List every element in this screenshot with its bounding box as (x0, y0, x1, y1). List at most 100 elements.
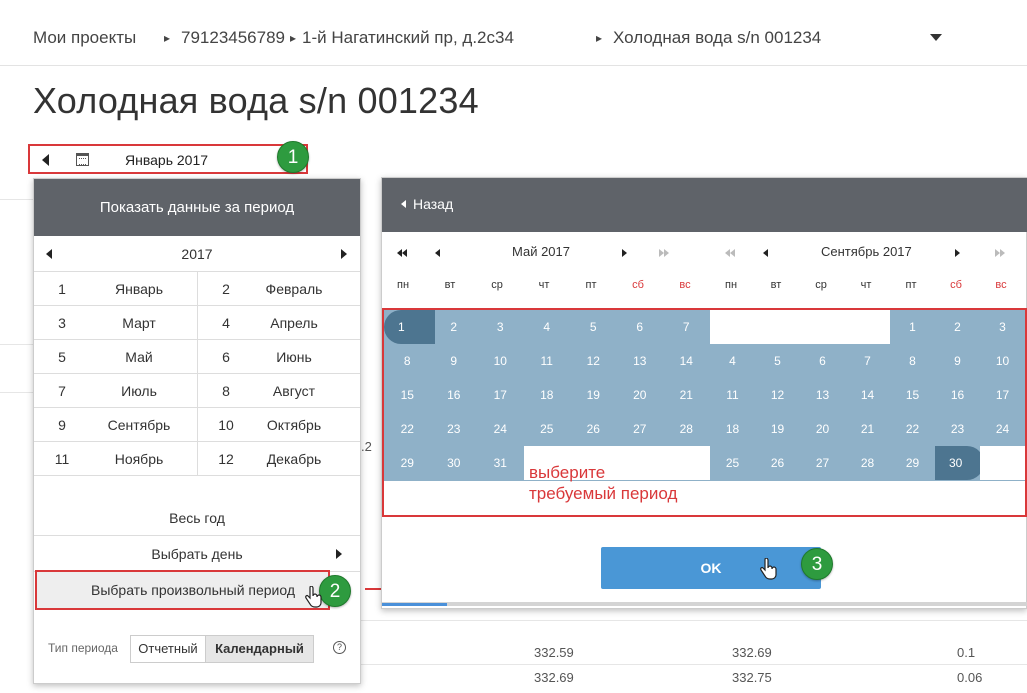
month-march[interactable]: Март (84, 315, 194, 331)
range-calendar: Назад Май 2017 Сентябрь 2017 пн вт ср чт… (381, 177, 1027, 609)
back-icon (401, 200, 406, 208)
breadcrumb-dropdown-icon[interactable] (930, 34, 942, 41)
breadcrumb-item-account[interactable]: 79123456789 (181, 28, 285, 48)
month-row: 11 Ноябрь 12 Декабрь (34, 442, 360, 476)
hand-cursor-icon (305, 586, 322, 608)
previous-month-icon[interactable] (763, 249, 768, 257)
weekday-header: пт (905, 279, 917, 291)
next-year-icon[interactable] (341, 249, 347, 259)
previous-period-icon[interactable] (42, 154, 49, 166)
submenu-arrow-icon (336, 549, 342, 559)
custom-period-option[interactable]: Выбрать произвольный период (35, 570, 330, 610)
period-selector[interactable]: Январь 2017 (28, 144, 308, 174)
weekday-header: вс (995, 279, 1007, 291)
weekday-header: сб (950, 279, 962, 291)
year-label: 2017 (181, 246, 213, 262)
back-button[interactable]: Назад (382, 178, 502, 232)
weekday-header: вт (770, 279, 782, 291)
weekday-header: пн (396, 279, 410, 291)
table-row: 332.59 332.69 0.1 (360, 641, 1027, 665)
table-divider (0, 392, 33, 393)
previous-month-icon[interactable] (435, 249, 440, 257)
column-divider (197, 408, 198, 442)
month-row: 7 Июль 8 Август (34, 374, 360, 408)
month-february[interactable]: Февраль (239, 281, 349, 297)
table-row: 332.69 332.75 0.06 (360, 666, 1027, 690)
weekday-header: сб (632, 279, 644, 291)
weekday-header: ср (491, 279, 503, 291)
table-cell: 0.1 (957, 645, 976, 660)
next-month-icon[interactable] (622, 249, 627, 257)
current-period-label[interactable]: Январь 2017 (125, 152, 208, 168)
weekday-header: вт (444, 279, 456, 291)
annotation-text: выберите требуемый период (529, 462, 677, 504)
month-row: 9 Сентябрь 10 Октябрь (34, 408, 360, 442)
month-number: 9 (58, 417, 66, 433)
table-divider (360, 620, 1027, 621)
active-tab-indicator (382, 603, 447, 606)
weekday-header: пн (724, 279, 738, 291)
page-title: Холодная вода s/n 001234 (33, 80, 479, 121)
table-cell: 332.69 (732, 645, 772, 660)
month-december[interactable]: Декабрь (239, 451, 349, 467)
period-type-reporting[interactable]: Отчетный (130, 635, 206, 663)
period-type-toggle: Тип периода Отчетный Календарный ? (34, 631, 360, 665)
month-number: 11 (54, 451, 70, 467)
choose-day-label: Выбрать день (151, 546, 243, 562)
breadcrumb-separator: ▸ (164, 31, 171, 45)
month-january[interactable]: Январь (84, 281, 194, 297)
weekday-header: чт (538, 279, 550, 291)
table-cell: 332.69 (534, 670, 574, 685)
month-august[interactable]: Август (239, 383, 349, 399)
weekday-header: вс (679, 279, 691, 291)
step-badge-1: 1 (277, 141, 309, 173)
right-month-title: Сентябрь 2017 (821, 244, 912, 259)
calendar-icon[interactable] (76, 153, 89, 166)
column-divider (197, 272, 198, 306)
month-october[interactable]: Октябрь (239, 417, 349, 433)
month-row: 5 Май 6 Июнь (34, 340, 360, 374)
breadcrumb-item-meter[interactable]: Холодная вода s/n 001234 (613, 28, 821, 48)
ok-button[interactable]: OK (601, 547, 821, 589)
column-divider (197, 374, 198, 408)
month-number: 3 (58, 315, 66, 331)
month-number: 1 (58, 281, 66, 297)
month-april[interactable]: Апрель (239, 315, 349, 331)
help-icon[interactable]: ? (333, 641, 346, 654)
column-divider (197, 442, 198, 476)
selected-range-highlight (382, 308, 1027, 517)
month-may[interactable]: Май (84, 349, 194, 365)
table-cell: 332.75 (732, 670, 772, 685)
whole-year-option[interactable]: Весь год (34, 500, 360, 536)
weekday-header: пт (585, 279, 597, 291)
month-july[interactable]: Июль (84, 383, 194, 399)
table-divider (0, 344, 33, 345)
calendar-header: Назад (382, 178, 1027, 232)
breadcrumb-separator: ▸ (290, 31, 297, 45)
table-cell: 0.06 (957, 670, 983, 685)
panel-footer-divider (382, 602, 1027, 606)
month-row: 1 Январь 2 Февраль (34, 272, 360, 306)
breadcrumb-item-address[interactable]: 1-й Нагатинский пр, д.2с34 (302, 28, 514, 48)
breadcrumb: Мои проекты ▸ 79123456789 ▸ 1-й Нагатинс… (0, 0, 1027, 66)
next-month-icon[interactable] (955, 249, 960, 257)
month-november[interactable]: Ноябрь (84, 451, 194, 467)
month-june[interactable]: Июнь (239, 349, 349, 365)
hand-cursor-icon (760, 558, 777, 580)
left-month-navigator: Май 2017 (382, 232, 710, 268)
month-grid: 1 Январь 2 Февраль 3 Март 4 Апрель 5 Май… (34, 272, 360, 476)
month-number: 5 (58, 349, 66, 365)
annotation-line: выберите (529, 463, 606, 482)
column-divider (197, 306, 198, 340)
month-september[interactable]: Сентябрь (84, 417, 194, 433)
table-divider (360, 664, 1027, 665)
period-type-calendar[interactable]: Календарный (205, 635, 314, 663)
month-number: 7 (58, 383, 66, 399)
back-label: Назад (413, 196, 454, 212)
period-type-label: Тип периода (48, 641, 118, 655)
weekday-header: ср (815, 279, 827, 291)
choose-day-option[interactable]: Выбрать день (34, 536, 360, 572)
custom-period-label: Выбрать произвольный период (91, 582, 296, 598)
breadcrumb-item-projects[interactable]: Мои проекты (33, 28, 136, 48)
column-divider (197, 340, 198, 374)
